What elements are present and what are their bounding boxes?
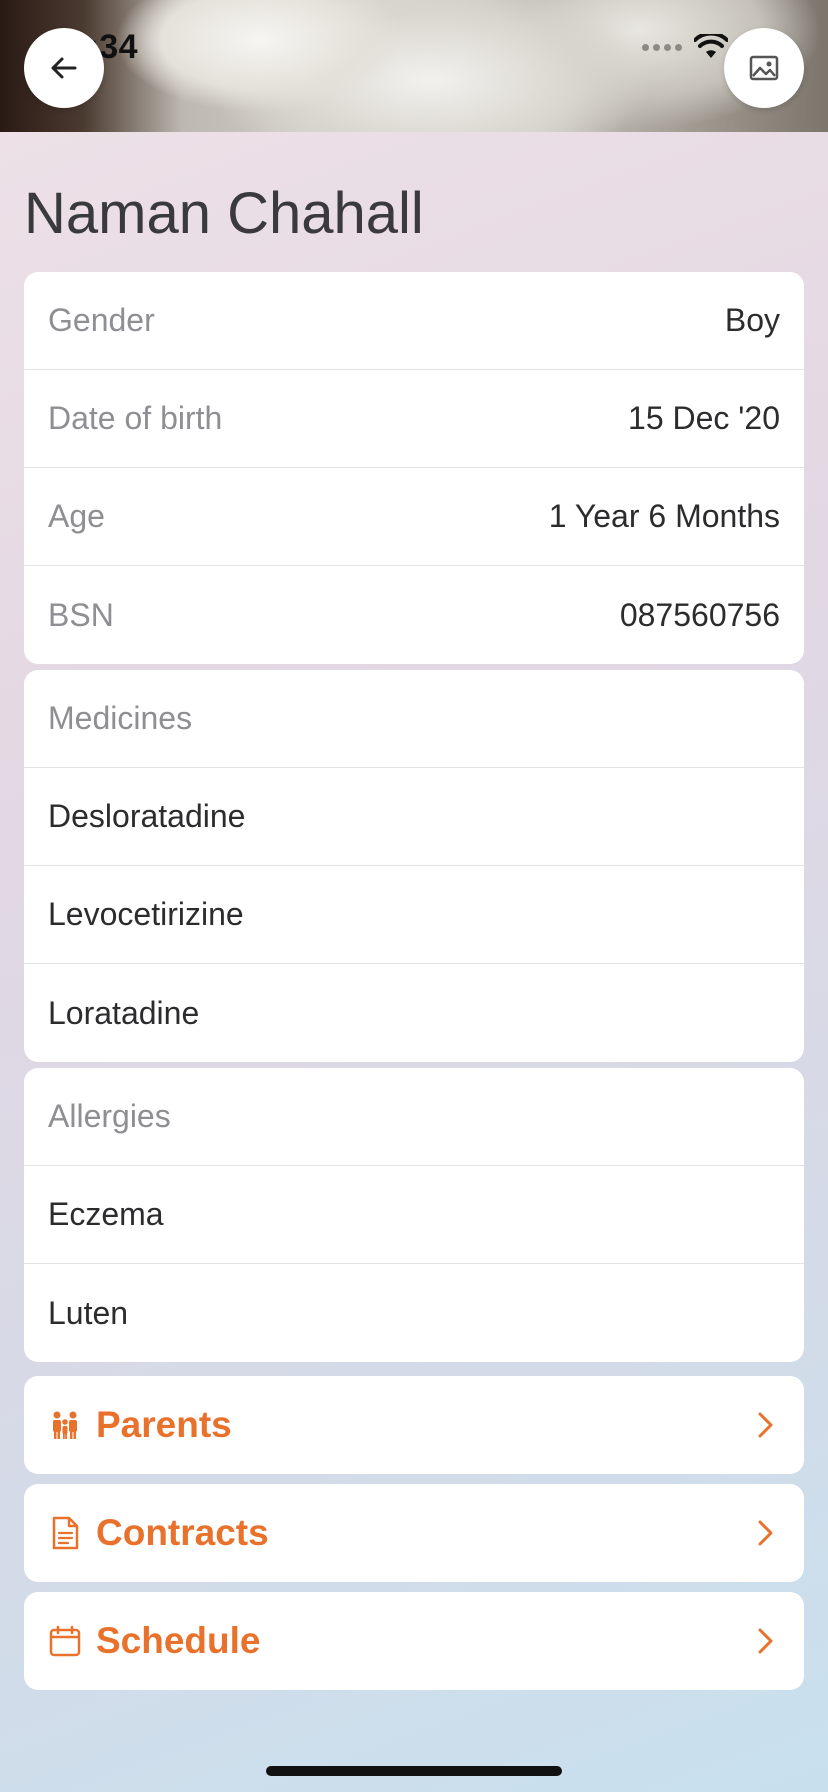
list-item: Eczema <box>24 1166 804 1264</box>
chevron-right-icon <box>750 1518 780 1548</box>
wifi-icon <box>694 34 728 58</box>
medicine-name: Loratadine <box>48 994 200 1031</box>
detail-label: BSN <box>48 596 114 633</box>
list-item: Desloratadine <box>24 768 804 866</box>
detail-row-age: Age 1 Year 6 Months <box>24 468 804 566</box>
medicine-name: Levocetirizine <box>48 896 244 932</box>
signal-icon <box>642 43 682 51</box>
detail-label: Gender <box>48 302 155 338</box>
detail-row-gender: Gender Boy <box>24 272 804 370</box>
chevron-right-icon <box>750 1410 780 1440</box>
image-icon <box>749 55 779 81</box>
contracts-link[interactable]: Contracts <box>24 1484 804 1582</box>
details-card: Gender Boy Date of birth 15 Dec '20 Age … <box>24 272 804 664</box>
detail-label: Date of birth <box>48 400 223 436</box>
detail-row-bsn: BSN 087560756 <box>24 566 804 664</box>
allergy-name: Luten <box>48 1294 129 1331</box>
family-icon <box>48 1408 82 1442</box>
list-item: Luten <box>24 1264 804 1362</box>
change-photo-button[interactable] <box>724 28 804 108</box>
medicines-header: Medicines <box>24 670 804 768</box>
allergy-name: Eczema <box>48 1196 164 1232</box>
contracts-label: Contracts <box>96 1512 269 1553</box>
arrow-left-icon <box>51 57 77 79</box>
detail-value: 15 Dec '20 <box>628 400 780 436</box>
section-title: Allergies <box>48 1098 171 1134</box>
detail-value: Boy <box>724 302 780 338</box>
schedule-link[interactable]: Schedule <box>24 1592 804 1690</box>
chevron-right-icon <box>750 1626 780 1656</box>
medicines-card: Medicines Desloratadine Levocetirizine L… <box>24 670 804 1062</box>
detail-row-date-of-birth: Date of birth 15 Dec '20 <box>24 370 804 468</box>
home-indicator[interactable] <box>266 1766 562 1776</box>
allergies-card: Allergies Eczema Luten <box>24 1068 804 1362</box>
parents-label: Parents <box>96 1404 232 1445</box>
page-title: Naman Chahall <box>24 181 424 246</box>
list-item: Levocetirizine <box>24 866 804 964</box>
schedule-label: Schedule <box>96 1620 261 1661</box>
section-title: Medicines <box>48 700 193 736</box>
document-icon <box>48 1516 82 1550</box>
medicine-name: Desloratadine <box>48 798 246 834</box>
detail-value: 1 Year 6 Months <box>548 498 780 534</box>
calendar-icon <box>48 1624 82 1658</box>
list-item: Loratadine <box>24 964 804 1062</box>
back-button[interactable] <box>24 28 104 108</box>
allergies-header: Allergies <box>24 1068 804 1166</box>
detail-label: Age <box>48 498 105 534</box>
detail-value: 087560756 <box>619 596 780 633</box>
parents-link[interactable]: Parents <box>24 1376 804 1474</box>
